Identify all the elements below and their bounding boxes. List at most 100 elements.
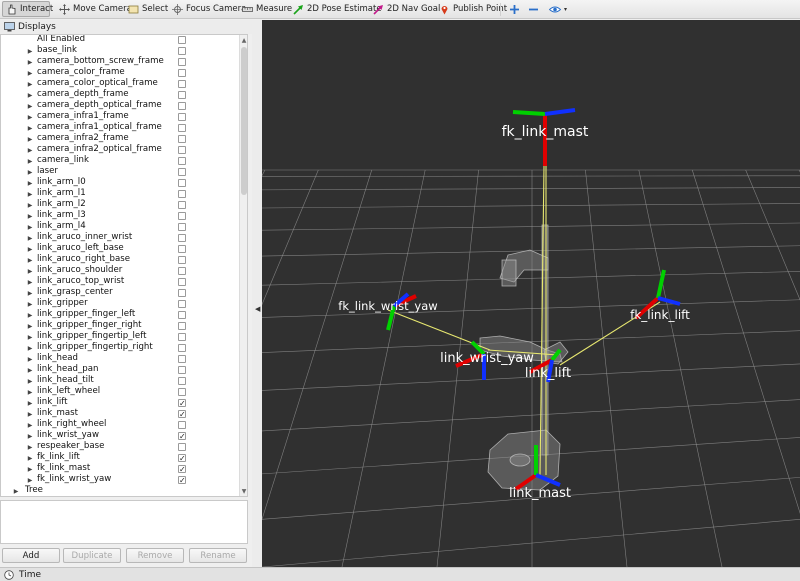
expand-arrow-icon[interactable]: ▶: [27, 409, 33, 420]
display-enable-checkbox[interactable]: [178, 355, 186, 363]
display-enable-checkbox[interactable]: [178, 113, 186, 121]
displays-tree[interactable]: All Enabled ▶ base_link ▶ camera_bottom_scre…: [0, 34, 248, 497]
view-options-button[interactable]: ▾: [547, 1, 569, 17]
expand-arrow-icon[interactable]: ▶: [27, 310, 33, 321]
display-enable-checkbox[interactable]: ✓: [178, 465, 186, 474]
display-enable-checkbox[interactable]: [178, 300, 186, 308]
display-enable-checkbox[interactable]: [178, 322, 186, 330]
display-enable-checkbox[interactable]: ✓: [178, 432, 186, 441]
display-enable-checkbox[interactable]: [178, 58, 186, 66]
expand-arrow-icon[interactable]: ▶: [27, 123, 33, 134]
move-camera-tool-button[interactable]: Move Camera: [55, 1, 135, 17]
display-enable-checkbox[interactable]: [178, 157, 186, 165]
display-enable-checkbox[interactable]: [178, 267, 186, 275]
expand-arrow-icon[interactable]: ▶: [27, 343, 33, 354]
expand-arrow-icon[interactable]: ▶: [27, 145, 33, 156]
remove-button[interactable]: Remove: [126, 548, 184, 563]
expand-arrow-icon[interactable]: ▶: [27, 464, 33, 475]
expand-arrow-icon[interactable]: ▶: [27, 134, 33, 145]
display-enable-checkbox[interactable]: [178, 124, 186, 132]
interact-tool-button[interactable]: Interact: [2, 1, 53, 17]
expand-arrow-icon[interactable]: ▶: [27, 167, 33, 178]
expand-arrow-icon[interactable]: ▶: [27, 178, 33, 189]
display-enable-checkbox[interactable]: [178, 311, 186, 319]
expand-arrow-icon[interactable]: ▶: [27, 266, 33, 277]
expand-arrow-icon[interactable]: ▶: [27, 57, 33, 68]
scroll-down-icon[interactable]: ▼: [240, 486, 247, 496]
expand-arrow-icon[interactable]: ▶: [27, 46, 33, 57]
display-enable-checkbox[interactable]: [178, 69, 186, 77]
3d-viewport[interactable]: fk_link_mast fk_link_wrist_yaw fk_link_l…: [262, 20, 800, 567]
expand-arrow-icon[interactable]: ▶: [27, 299, 33, 310]
expand-arrow-icon[interactable]: ▶: [27, 222, 33, 233]
tree-root-item[interactable]: ▶ Tree: [1, 485, 247, 496]
add-tool-button[interactable]: [506, 1, 522, 17]
expand-arrow-icon[interactable]: ▶: [27, 376, 33, 387]
select-tool-button[interactable]: Select: [124, 1, 171, 17]
expand-arrow-icon[interactable]: ▶: [27, 332, 33, 343]
expand-arrow-icon[interactable]: ▶: [13, 486, 19, 496]
display-enable-checkbox[interactable]: [178, 278, 186, 286]
display-enable-checkbox[interactable]: [178, 80, 186, 88]
expand-arrow-icon[interactable]: ▶: [27, 255, 33, 266]
publish-point-tool-button[interactable]: Publish Point: [435, 1, 510, 17]
scrollbar-thumb[interactable]: [241, 47, 247, 195]
displays-scrollbar[interactable]: ▲ ▼: [239, 35, 247, 496]
display-enable-checkbox[interactable]: [178, 168, 186, 176]
display-enable-checkbox[interactable]: [178, 443, 186, 451]
expand-arrow-icon[interactable]: ▶: [27, 112, 33, 123]
display-enable-checkbox[interactable]: [178, 223, 186, 231]
duplicate-button[interactable]: Duplicate: [63, 548, 121, 563]
display-enable-checkbox[interactable]: [178, 212, 186, 220]
expand-arrow-icon[interactable]: ▶: [27, 233, 33, 244]
display-enable-checkbox[interactable]: [178, 377, 186, 385]
display-enable-checkbox[interactable]: [178, 421, 186, 429]
nav-goal-tool-button[interactable]: 2D Nav Goal: [369, 1, 443, 17]
rename-button[interactable]: Rename: [189, 548, 247, 563]
remove-tool-button[interactable]: [525, 1, 541, 17]
scene-canvas[interactable]: fk_link_mast fk_link_wrist_yaw fk_link_l…: [262, 20, 800, 567]
expand-arrow-icon[interactable]: ▶: [27, 244, 33, 255]
add-button[interactable]: Add: [2, 548, 60, 563]
expand-arrow-icon[interactable]: ▶: [27, 200, 33, 211]
display-enable-checkbox[interactable]: [178, 146, 186, 154]
collapse-left-arrow-icon[interactable]: ◀: [255, 305, 260, 313]
expand-arrow-icon[interactable]: ▶: [27, 90, 33, 101]
measure-tool-button[interactable]: Measure: [238, 1, 295, 17]
display-enable-checkbox[interactable]: ✓: [178, 476, 186, 485]
display-enable-checkbox[interactable]: [178, 190, 186, 198]
display-enable-checkbox[interactable]: [178, 256, 186, 264]
expand-arrow-icon[interactable]: ▶: [27, 277, 33, 288]
panel-splitter[interactable]: ◀: [252, 20, 262, 567]
display-enable-checkbox[interactable]: [178, 135, 186, 143]
display-enable-checkbox[interactable]: [178, 201, 186, 209]
display-enable-checkbox[interactable]: [178, 102, 186, 110]
display-enable-checkbox[interactable]: [178, 179, 186, 187]
expand-arrow-icon[interactable]: ▶: [27, 398, 33, 409]
expand-arrow-icon[interactable]: ▶: [27, 101, 33, 112]
display-enable-checkbox[interactable]: [178, 91, 186, 99]
display-enable-checkbox[interactable]: [178, 234, 186, 242]
expand-arrow-icon[interactable]: ▶: [27, 79, 33, 90]
expand-arrow-icon[interactable]: ▶: [27, 321, 33, 332]
expand-arrow-icon[interactable]: ▶: [27, 288, 33, 299]
display-enable-checkbox[interactable]: [178, 245, 186, 253]
display-enable-checkbox[interactable]: [178, 366, 186, 374]
display-enable-checkbox[interactable]: [178, 388, 186, 396]
display-enable-checkbox[interactable]: [178, 344, 186, 352]
expand-arrow-icon[interactable]: ▶: [27, 442, 33, 453]
display-enable-checkbox[interactable]: ✓: [178, 399, 186, 408]
expand-arrow-icon[interactable]: ▶: [27, 68, 33, 79]
display-enable-checkbox[interactable]: ✓: [178, 410, 186, 419]
expand-arrow-icon[interactable]: ▶: [27, 453, 33, 464]
expand-arrow-icon[interactable]: ▶: [27, 365, 33, 376]
display-enable-checkbox[interactable]: [178, 36, 186, 44]
expand-arrow-icon[interactable]: ▶: [27, 189, 33, 200]
scroll-up-icon[interactable]: ▲: [240, 35, 247, 45]
expand-arrow-icon[interactable]: ▶: [27, 420, 33, 431]
display-enable-checkbox[interactable]: [178, 333, 186, 341]
display-enable-checkbox[interactable]: ✓: [178, 454, 186, 463]
expand-arrow-icon[interactable]: ▶: [27, 431, 33, 442]
expand-arrow-icon[interactable]: ▶: [27, 211, 33, 222]
expand-arrow-icon[interactable]: ▶: [27, 354, 33, 365]
